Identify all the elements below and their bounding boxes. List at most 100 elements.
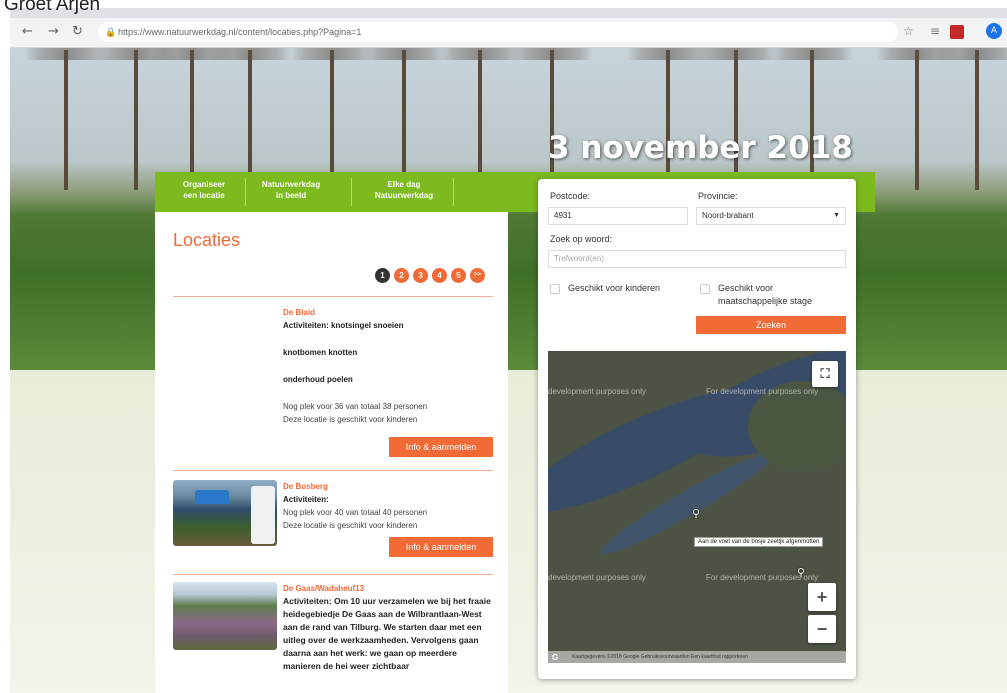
map[interactable]: development purposes only For developmen… [548,351,846,663]
location-activities: Activiteiten: knotsingel snoeien [283,321,404,330]
location-capacity: Nog plek voor 40 van totaal 40 personen [283,508,428,517]
zoeken-button[interactable]: Zoeken [696,316,846,334]
zoek-label: Zoek op woord: [550,234,613,244]
window-caption: Groet Arjen [4,0,101,15]
hero-tree [875,48,959,190]
kids-checkbox[interactable] [550,284,560,294]
tent-graphic [195,490,229,504]
search-input[interactable]: Trefwoord(en) [548,250,846,268]
nav-item-in-beeld[interactable]: Natuurwerkdag in beeld [251,179,331,201]
hero-tree [770,48,854,190]
provincie-value: Noord-brabant [702,211,754,220]
location-activity: onderhoud poelen [283,375,353,384]
map-attribution[interactable]: Kaartgegevens ©2018 Google Gebruiksvoorw… [548,651,846,663]
zoom-out-button[interactable]: − [808,615,836,643]
location-photo[interactable] [173,480,277,546]
locations-panel: Locaties 1 2 3 4 5 >> De Blaid Activitei… [155,212,508,693]
location-photo[interactable] [173,582,277,650]
page-button-1[interactable]: 1 [375,268,390,283]
stage-label-2: maatschappelijke stage [718,296,813,306]
provincie-label: Provincie: [698,191,738,201]
location-item: De Gaas/Wadaheuf13 Activiteiten: Om 10 u… [173,582,493,692]
page-button-4[interactable]: 4 [432,268,447,283]
nav-label: in beeld [275,191,307,200]
page-button-5[interactable]: 5 [451,268,466,283]
location-name[interactable]: De Gaas/Wadaheuf13 [283,582,493,595]
nav-item-organiseer[interactable]: Organiseer een locatie [169,179,239,201]
hero-tree [290,48,374,190]
location-kids: Deze locatie is geschikt voor kinderen [283,415,418,424]
location-name[interactable]: De Bosberg [283,480,493,493]
zoom-in-button[interactable]: + [808,583,836,611]
chevron-down-icon: ▼ [833,212,840,219]
location-name[interactable]: De Blaid [283,306,493,319]
location-activities: Activiteiten: Om 10 uur verzamelen we bi… [283,596,491,671]
star-icon[interactable]: ☆ [903,24,914,38]
nav-label: Natuurwerkdag [261,180,321,189]
url-text: https://www.natuurwerkdag.nl/content/loc… [118,27,362,37]
location-item: De Blaid Activiteiten: knotsingel snoeie… [173,306,493,466]
location-text: De Blaid Activiteiten: knotsingel snoeie… [283,306,493,426]
map-pin-icon[interactable]: ⚲ [797,566,805,579]
hero-tree [935,48,1007,190]
hero-tree [208,48,292,190]
search-panel: Postcode: 4931 Provincie: Noord-brabant … [538,179,856,679]
hero-tree [150,48,234,190]
divider [173,470,493,471]
map-tooltip: Aan de voet van de bosje zeeltjk afgenmo… [694,537,824,547]
extension-pdf-icon[interactable] [950,25,964,39]
stage-label-1: Geschikt voor [718,283,774,293]
hero-tree [626,48,710,190]
google-logo: G [552,653,559,662]
event-date: 3 november 2018 [548,130,853,166]
reload-icon[interactable]: ↻ [72,24,83,39]
nav-label: Organiseer [182,180,226,189]
location-item: De Bosberg Activiteiten: Nog plek voor 4… [173,480,493,560]
location-activities: Activiteiten: [283,495,329,504]
lock-icon: 🔒 [105,27,117,37]
fullscreen-icon[interactable]: ⛶ [812,361,838,387]
nav-item-elke-dag[interactable]: Elke dag Natuurwerkdag [359,179,449,201]
nav-divider [453,178,454,206]
browser-toolbar: ← → ↻ 🔒 https://www.natuurwerkdag.nl/con… [10,8,1007,48]
postcode-input[interactable]: 4931 [548,207,688,225]
hero-tree [438,48,522,190]
provincie-select[interactable]: Noord-brabant ▼ [696,207,846,225]
page-title: Locaties [173,230,241,250]
location-activity: knotbomen knotten [283,348,358,357]
hero-tree [362,48,446,190]
nav-label: een locatie [183,191,225,200]
forward-icon[interactable]: → [48,24,59,39]
stage-checkbox[interactable] [700,284,710,294]
map-watermark: For development purposes only [706,387,819,396]
location-text: De Gaas/Wadaheuf13 Activiteiten: Om 10 u… [283,582,493,673]
hero-tree [694,48,778,190]
nav-divider [245,178,246,206]
extension-icon[interactable]: ≡ [930,24,940,38]
map-pin-icon[interactable]: ⚲ [692,507,700,520]
hero-tree [24,48,108,190]
map-watermark: development purposes only [548,387,646,396]
info-aanmelden-button[interactable]: Info & aanmelden [389,437,493,457]
map-watermark: development purposes only [548,573,646,582]
nav-label: Natuurwerkdag [374,191,434,200]
address-bar[interactable]: 🔒 https://www.natuurwerkdag.nl/content/l… [98,22,898,42]
location-capacity: Nog plek voor 36 van totaal 38 personen [283,402,428,411]
page-button-2[interactable]: 2 [394,268,409,283]
nav-label: Elke dag [387,180,421,189]
location-kids: Deze locatie is geschikt voor kinderen [283,521,418,530]
info-aanmelden-button[interactable]: Info & aanmelden [389,537,493,557]
page-button-3[interactable]: 3 [413,268,428,283]
page-button-next[interactable]: >> [470,268,485,283]
postcode-label: Postcode: [550,191,591,201]
divider [173,574,493,575]
back-icon[interactable]: ← [22,24,33,39]
divider [173,296,493,297]
hero-tree [510,48,594,190]
nav-divider [351,178,352,206]
tab-strip [10,8,1007,18]
banner-graphic [251,486,275,544]
profile-avatar[interactable]: A [986,23,1002,39]
hero-tree [94,48,178,190]
location-text: De Bosberg Activiteiten: Nog plek voor 4… [283,480,493,532]
